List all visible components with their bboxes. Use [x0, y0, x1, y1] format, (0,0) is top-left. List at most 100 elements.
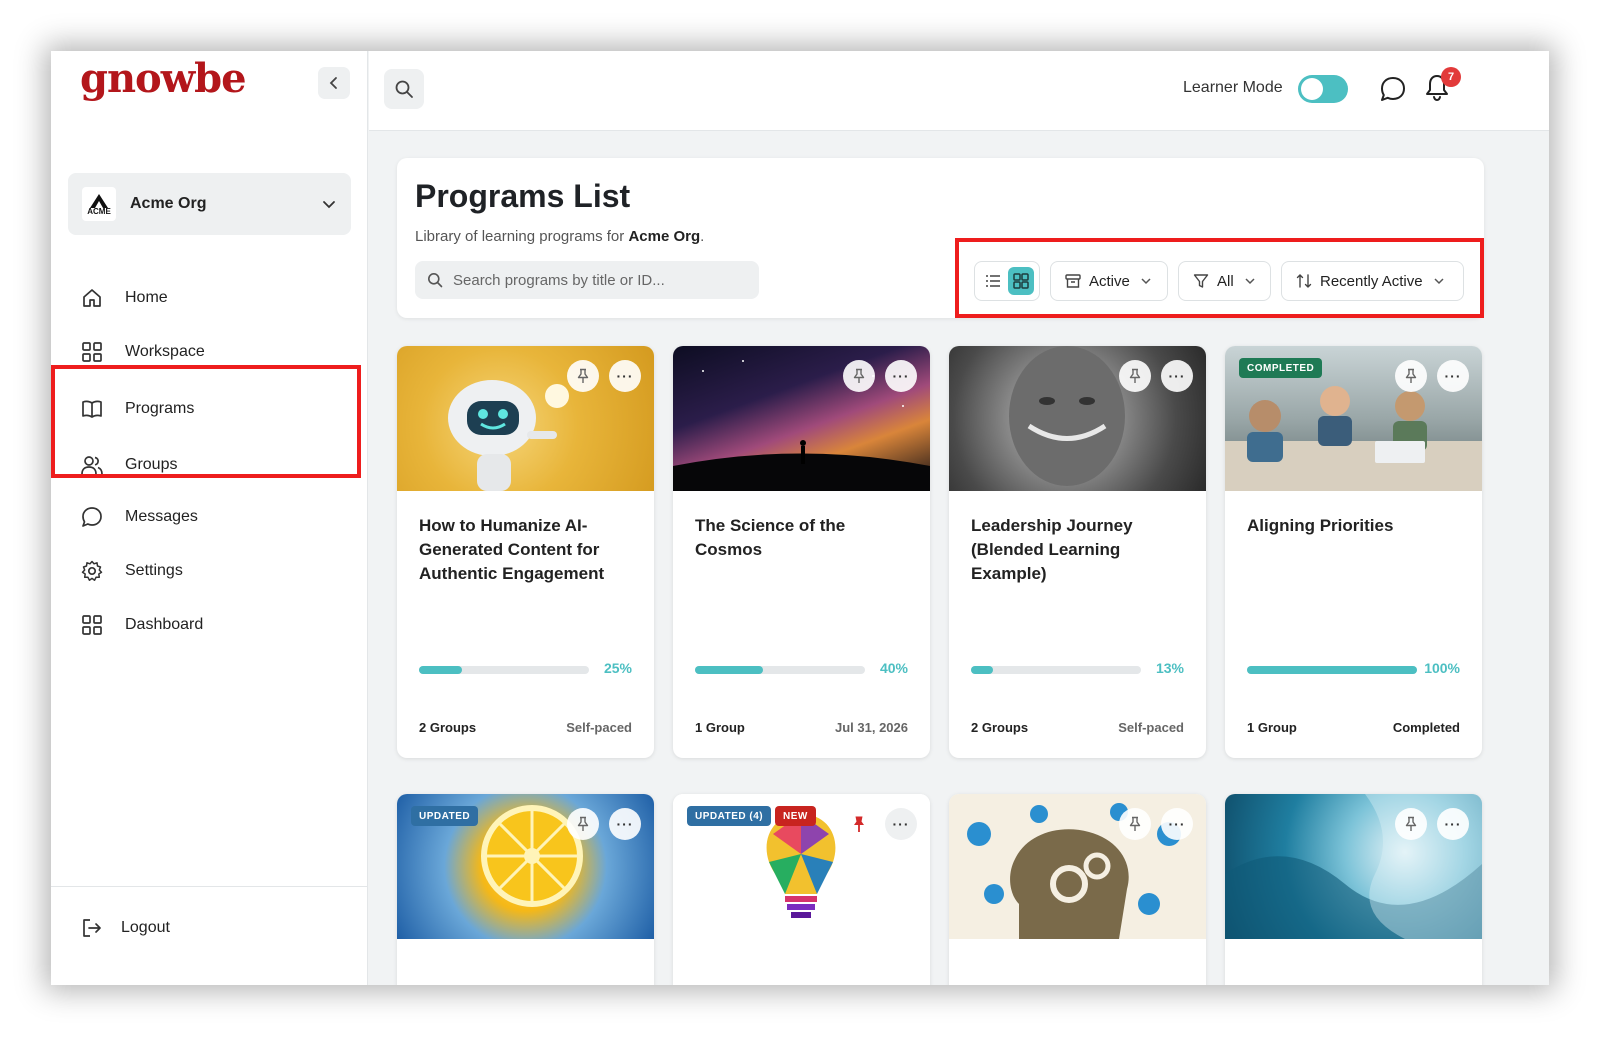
pin-icon	[1129, 368, 1141, 383]
page-title: Programs List	[415, 178, 631, 214]
progress-percent: 25%	[603, 660, 632, 676]
pin-button[interactable]	[843, 808, 875, 840]
logout-icon	[81, 917, 103, 939]
progress-fill	[971, 666, 994, 674]
app-window: gnowbe ACME Acme Org Home Workspace Prog…	[51, 51, 1549, 985]
more-icon: ···	[1168, 368, 1186, 384]
sidebar-footer: Logout	[51, 886, 368, 985]
org-selector[interactable]: ACME Acme Org	[68, 173, 351, 235]
sidebar-item-label: Messages	[125, 508, 198, 525]
more-icon: ···	[892, 816, 910, 832]
progress-bar	[419, 666, 589, 674]
search-icon	[427, 272, 443, 288]
more-options-button[interactable]: ···	[1437, 360, 1469, 392]
more-icon: ···	[616, 816, 634, 832]
org-logo-text: ACME	[87, 206, 111, 216]
subtitle-text: Library of learning programs for	[415, 228, 629, 245]
program-title: Leadership Journey (Blended Learning Exa…	[971, 516, 1133, 583]
program-meta: Jul 31, 2026	[835, 720, 908, 735]
gnowbe-logo[interactable]: gnowbe	[80, 55, 247, 102]
chevron-down-icon	[323, 201, 335, 209]
sidebar-item-dashboard[interactable]: Dashboard	[51, 598, 368, 652]
more-options-button[interactable]: ···	[885, 360, 917, 392]
top-bar: Learner Mode 7	[369, 51, 1549, 131]
program-meta: Completed	[1392, 720, 1460, 735]
completed-badge: COMPLETED	[1239, 358, 1323, 378]
logout-label: Logout	[121, 919, 170, 936]
pin-button[interactable]	[1395, 360, 1427, 392]
progress-bar	[1247, 666, 1417, 674]
program-thumbnail: ···	[949, 794, 1206, 939]
program-card[interactable]: COMPLETED ··· Aligning Priorities 100% 1…	[1225, 346, 1482, 758]
toggle-knob	[1301, 78, 1323, 100]
sidebar-item-messages[interactable]: Messages	[51, 490, 368, 544]
pin-button[interactable]	[1119, 360, 1151, 392]
more-icon: ···	[616, 368, 634, 384]
group-count: 2 Groups	[971, 720, 1029, 735]
messages-button[interactable]	[1379, 75, 1407, 108]
sidebar-item-label: Dashboard	[125, 616, 204, 633]
program-meta: Self-paced	[566, 720, 632, 735]
subtitle-suffix: .	[700, 228, 705, 245]
chat-icon	[1381, 77, 1405, 101]
pin-button[interactable]	[1395, 808, 1427, 840]
program-card[interactable]: ··· The Science of the Cosmos 40% 1 Grou…	[673, 346, 930, 758]
group-count: 1 Group	[1247, 720, 1297, 735]
grid-icon	[81, 614, 103, 636]
pin-button[interactable]	[567, 360, 599, 392]
pin-button[interactable]	[567, 808, 599, 840]
new-badge: NEW	[775, 806, 816, 826]
program-thumbnail: ···	[397, 346, 654, 491]
program-search[interactable]	[415, 261, 759, 299]
more-options-button[interactable]: ···	[885, 808, 917, 840]
sidebar-item-label: Home	[125, 289, 168, 306]
more-options-button[interactable]: ···	[609, 360, 641, 392]
program-thumbnail: UPDATED ···	[397, 794, 654, 939]
pin-button[interactable]	[1119, 808, 1151, 840]
more-options-button[interactable]: ···	[1161, 808, 1193, 840]
search-icon	[395, 80, 413, 98]
program-card[interactable]: UPDATED ···	[397, 794, 654, 985]
grid-icon	[81, 341, 103, 363]
program-card[interactable]: UPDATED (4) NEW ···	[673, 794, 930, 985]
group-count: 1 Group	[695, 720, 745, 735]
program-thumbnail: UPDATED (4) NEW ···	[673, 794, 930, 939]
program-title: How to Humanize AI-Generated Content for…	[419, 516, 605, 583]
program-title: The Science of the Cosmos	[695, 516, 846, 559]
collapse-sidebar-button[interactable]	[318, 67, 350, 99]
learner-mode-label: Learner Mode	[1183, 79, 1283, 96]
program-search-input[interactable]	[453, 271, 743, 289]
pin-icon	[1405, 816, 1417, 831]
pin-icon	[853, 368, 865, 383]
notification-count-badge: 7	[1441, 67, 1461, 87]
progress-percent: 40%	[879, 660, 908, 676]
sidebar-item-settings[interactable]: Settings	[51, 544, 368, 598]
pin-icon	[577, 816, 589, 831]
program-card[interactable]: ··· How to Humanize AI-Generated Content…	[397, 346, 654, 758]
highlight-box-sidebar	[51, 365, 361, 478]
page-subtitle: Library of learning programs for Acme Or…	[415, 228, 704, 245]
program-card[interactable]: ··· Leadership Journey (Blended Learning…	[949, 346, 1206, 758]
more-options-button[interactable]: ···	[1161, 360, 1193, 392]
more-options-button[interactable]: ···	[609, 808, 641, 840]
highlight-box-controls	[955, 238, 1484, 318]
more-options-button[interactable]: ···	[1437, 808, 1469, 840]
global-search-button[interactable]	[384, 69, 424, 109]
progress-bar	[971, 666, 1141, 674]
sidebar-item-label: Settings	[125, 562, 183, 579]
pin-icon	[1405, 368, 1417, 383]
logout-button[interactable]: Logout	[81, 917, 170, 939]
program-card[interactable]: ···	[949, 794, 1206, 985]
updated-badge: UPDATED (4)	[687, 806, 772, 826]
progress-bar	[695, 666, 865, 674]
learner-mode-toggle[interactable]	[1298, 75, 1348, 103]
program-card[interactable]: ···	[1225, 794, 1482, 985]
gear-icon	[81, 560, 103, 582]
more-icon: ···	[1444, 816, 1462, 832]
sidebar-item-home[interactable]: Home	[51, 271, 368, 325]
pin-button[interactable]	[843, 360, 875, 392]
subtitle-org: Acme Org	[628, 228, 701, 245]
sidebar: gnowbe ACME Acme Org Home Workspace Prog…	[51, 51, 368, 985]
progress-percent: 100%	[1424, 660, 1460, 676]
progress-fill	[419, 666, 462, 674]
